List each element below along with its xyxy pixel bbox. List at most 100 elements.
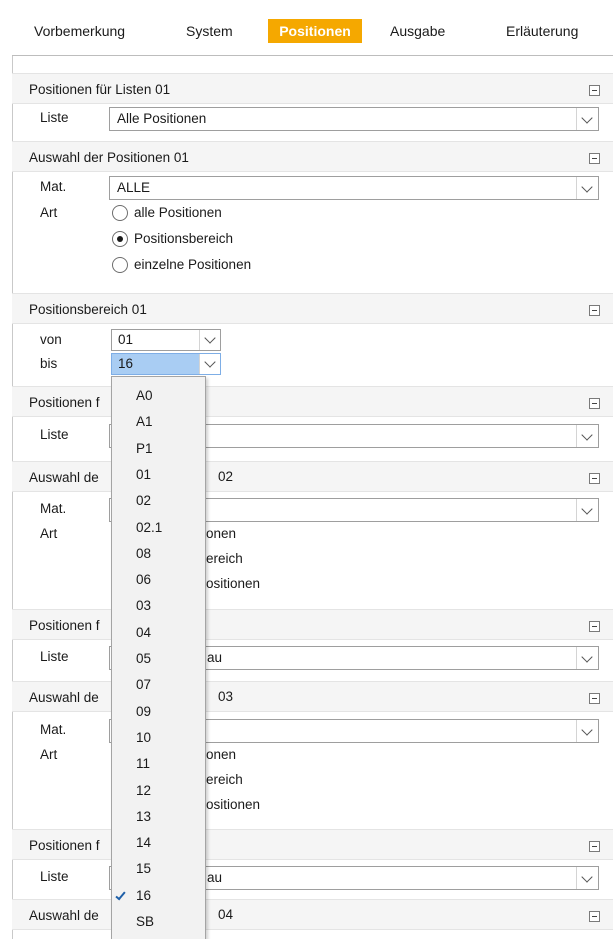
mat-value: ALLE (117, 180, 151, 195)
radio-label: alle Positionen (134, 205, 222, 220)
radio-circle[interactable] (112, 257, 128, 273)
radio-label-fragment: ositionen (206, 576, 261, 591)
tab-positionen[interactable]: Positionen (268, 19, 362, 43)
collapse-minus-icon[interactable] (589, 305, 600, 316)
section-title: Positionen f (29, 618, 100, 633)
bis-label: bis (40, 356, 58, 371)
von-combobox[interactable]: 01 (111, 329, 221, 351)
liste-label: Liste (40, 110, 69, 125)
dropdown-option-label: 08 (136, 545, 152, 561)
collapse-minus-icon[interactable] (589, 693, 600, 704)
collapse-minus-icon[interactable] (589, 621, 600, 632)
dropdown-option[interactable]: 05 (112, 646, 205, 672)
collapse-minus-icon[interactable] (589, 85, 600, 96)
dropdown-option-label: 16 (136, 887, 152, 903)
tab-erlaeuterung[interactable]: Erläuterung (506, 20, 578, 42)
radio-label: Positionsbereich (134, 231, 234, 246)
chevron-down-icon (581, 181, 593, 193)
chevron-down-icon (204, 356, 216, 368)
dropdown-option[interactable]: A0 (112, 383, 205, 409)
dropdown-option[interactable]: 09 (112, 699, 205, 725)
liste-label: Liste (40, 649, 69, 664)
dropdown-option-label: A1 (136, 414, 153, 430)
radio-circle-selected[interactable] (112, 231, 128, 247)
radio-label-fragment: onen (206, 526, 237, 541)
collapse-minus-icon[interactable] (589, 153, 600, 164)
liste-label: Liste (40, 427, 69, 442)
radio-circle[interactable] (112, 205, 128, 221)
section-header-positionen-listen-01: Positionen für Listen 01 (12, 73, 613, 104)
dropdown-button[interactable] (576, 108, 598, 130)
dropdown-option[interactable]: 13 (112, 804, 205, 830)
section-header-positionen-listen-03: Positionen f (12, 609, 613, 640)
tab-system[interactable]: System (186, 20, 233, 42)
tab-vorbemerkung[interactable]: Vorbemerkung (34, 20, 125, 42)
collapse-minus-icon[interactable] (589, 473, 600, 484)
dropdown-option[interactable]: 01 (112, 462, 205, 488)
art-label: Art (40, 205, 58, 220)
dropdown-option[interactable]: P1 (112, 436, 205, 462)
mat-label: Mat. (40, 179, 67, 194)
dropdown-option[interactable]: 16 (112, 883, 205, 909)
collapse-minus-icon[interactable] (589, 911, 600, 922)
dropdown-option-label: 04 (136, 624, 152, 640)
dropdown-option-label: 01 (136, 466, 152, 482)
dropdown-button[interactable] (576, 425, 598, 447)
dropdown-option[interactable]: 07 (112, 672, 205, 698)
collapse-minus-icon[interactable] (589, 398, 600, 409)
collapse-minus-icon[interactable] (589, 841, 600, 852)
dropdown-button[interactable] (576, 867, 598, 889)
mat-label: Mat. (40, 722, 67, 737)
dropdown-option[interactable]: 06 (112, 567, 205, 593)
dropdown-option-label: SB (136, 914, 155, 929)
bis-dropdown-list[interactable]: A0 A1 P1 01 02 02.1 08 06 03 04 05 07 09 10 11 12 13 14 15… (111, 376, 206, 939)
dropdown-button[interactable] (576, 647, 598, 669)
dropdown-option[interactable]: SB (112, 909, 205, 935)
radio-label-fragment: ereich (206, 551, 243, 566)
dropdown-option-label: 02.1 (136, 519, 163, 535)
dropdown-button[interactable] (199, 354, 220, 374)
section-header-auswahl-positionen-04: Auswahl de 04 (12, 899, 613, 930)
dropdown-option[interactable]: 04 (112, 620, 205, 646)
section-title: Auswahl de (29, 690, 99, 705)
liste-value: au (207, 870, 223, 885)
dropdown-option[interactable]: 02.1 (112, 515, 205, 541)
dropdown-option[interactable]: 15 (112, 856, 205, 882)
dropdown-option[interactable]: 14 (112, 830, 205, 856)
dropdown-option-label: 03 (136, 598, 152, 614)
section-header-positionen-listen-02: Positionen f (12, 386, 613, 417)
section-header-positionsbereich-01: Positionsbereich 01 (12, 293, 613, 324)
section-header-auswahl-positionen-01: Auswahl der Positionen 01 (12, 141, 613, 172)
dropdown-button[interactable] (576, 499, 598, 521)
dropdown-option-label: 09 (136, 703, 152, 719)
tab-ausgabe[interactable]: Ausgabe (390, 20, 445, 42)
dropdown-option[interactable]: 08 (112, 541, 205, 567)
dropdown-option-label: 05 (136, 651, 152, 666)
chevron-down-icon (581, 871, 593, 883)
dropdown-option[interactable]: 11 (112, 751, 205, 777)
mat-combobox[interactable]: ALLE (109, 176, 599, 200)
section-title-tail: 04 (218, 907, 234, 922)
dropdown-option-label: 11 (136, 756, 151, 772)
section-title: Positionen f (29, 395, 100, 410)
dropdown-option-label: 13 (136, 808, 152, 824)
dropdown-option[interactable]: A1 (112, 409, 205, 435)
dropdown-button[interactable] (576, 177, 598, 199)
chevron-down-icon (581, 112, 593, 124)
liste-value: au (207, 650, 223, 665)
mat-label: Mat. (40, 501, 67, 516)
dropdown-button[interactable] (199, 330, 220, 350)
liste-combobox[interactable]: Alle Positionen (109, 107, 599, 131)
dropdown-option-label: 15 (136, 861, 152, 877)
dropdown-button[interactable] (576, 720, 598, 742)
von-value: 01 (118, 332, 134, 347)
dropdown-option[interactable]: 12 (112, 778, 205, 804)
dropdown-option-label: 10 (136, 729, 152, 745)
bis-combobox[interactable]: 16 (111, 353, 221, 375)
chevron-down-icon (581, 724, 593, 736)
dropdown-option[interactable]: 03 (112, 593, 205, 619)
dropdown-option[interactable]: 10 (112, 725, 205, 751)
dropdown-option[interactable]: 02 (112, 488, 205, 514)
dropdown-option-label: 12 (136, 782, 152, 798)
dropdown-option-label: P1 (136, 440, 153, 456)
